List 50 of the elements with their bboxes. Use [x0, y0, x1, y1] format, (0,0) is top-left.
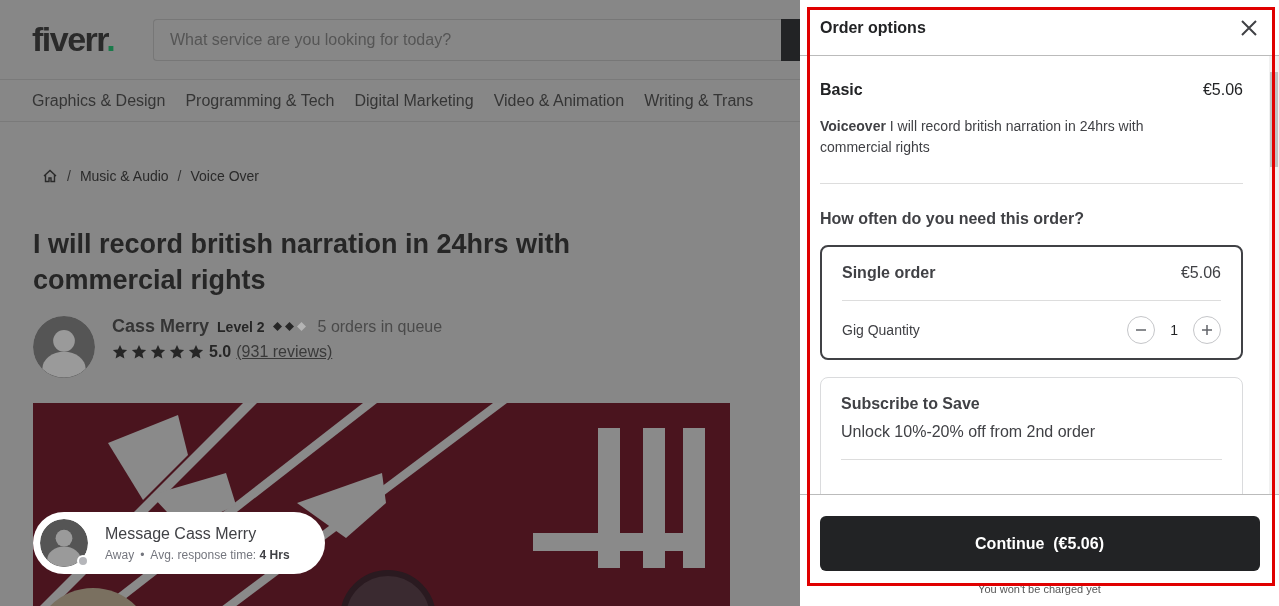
star-icon [188, 344, 204, 360]
breadcrumb-link[interactable]: Music & Audio [79, 168, 169, 184]
package-name: Basic [820, 81, 863, 99]
reviews-link[interactable]: (931 reviews) [236, 343, 333, 361]
increase-button[interactable] [1193, 316, 1221, 344]
option-subtitle: Unlock 10%-20% off from 2nd order [841, 423, 1097, 441]
quantity-value: 1 [1170, 322, 1178, 338]
order-option[interactable]: Single order €5.06 Gig Quantity 1 [820, 245, 1243, 360]
star-icon [169, 344, 185, 360]
category-link[interactable]: Programming & Tech [185, 91, 335, 110]
quantity-label: Gig Quantity [842, 321, 920, 338]
status-text: Away [105, 547, 135, 562]
breadcrumb-separator: / [67, 168, 71, 184]
option-price: €5.06 [1180, 263, 1221, 282]
continue-button[interactable]: Continue (€5.06) [819, 516, 1260, 571]
charge-note: You won't be charged yet [978, 583, 1101, 595]
panel-title: Order options [820, 18, 926, 37]
seller-level: Level 2 [217, 318, 265, 335]
star-icon [150, 344, 166, 360]
package-price: €5.06 [1202, 81, 1243, 99]
plus-icon [1201, 324, 1213, 336]
queue-count: 5 orders in queue [317, 317, 443, 336]
chat-title: Message Cass Merry [105, 524, 258, 543]
seller-avatar [40, 519, 88, 567]
response-time: Avg. response time: 4 Hrs [150, 547, 290, 562]
breadcrumb-separator: / [177, 168, 182, 184]
category-link[interactable]: Digital Marketing [354, 91, 474, 110]
package-description: Voiceover I will record british narration in 24hrs with commercial rights [820, 117, 1145, 157]
order-option[interactable]: Subscribe to Save Unlock 10%-20% off from 2nd order [820, 377, 1243, 494]
message-bubble[interactable]: Message Cass Merry Away • Avg. response time: 4 Hrs [33, 512, 325, 574]
option-title: Single order [842, 263, 936, 282]
gig-title: I will record british narration in 24hrs with commercial rights [33, 228, 572, 297]
search-button[interactable] [781, 18, 800, 61]
scrollbar[interactable] [1269, 56, 1279, 494]
seller-avatar [33, 316, 95, 378]
category-link[interactable]: Video & Animation [493, 91, 625, 110]
option-title: Subscribe to Save [841, 394, 981, 413]
category-link[interactable]: Graphics & Design [32, 91, 166, 110]
category-link[interactable]: Writing & Trans [644, 91, 754, 110]
separator-dot: • [140, 547, 145, 562]
decrease-button[interactable] [1127, 316, 1156, 344]
home-icon[interactable] [42, 168, 58, 184]
rating-score: 5.0 [209, 343, 232, 361]
close-icon[interactable] [1241, 19, 1257, 36]
seller-name[interactable]: Cass Merry [112, 316, 210, 337]
star-icon [131, 344, 147, 360]
breadcrumb-link[interactable]: Voice Over [190, 168, 259, 184]
logo[interactable]: fiverr. [32, 20, 153, 59]
star-icon [112, 344, 128, 360]
frequency-question: How often do you need this order? [820, 210, 1085, 228]
